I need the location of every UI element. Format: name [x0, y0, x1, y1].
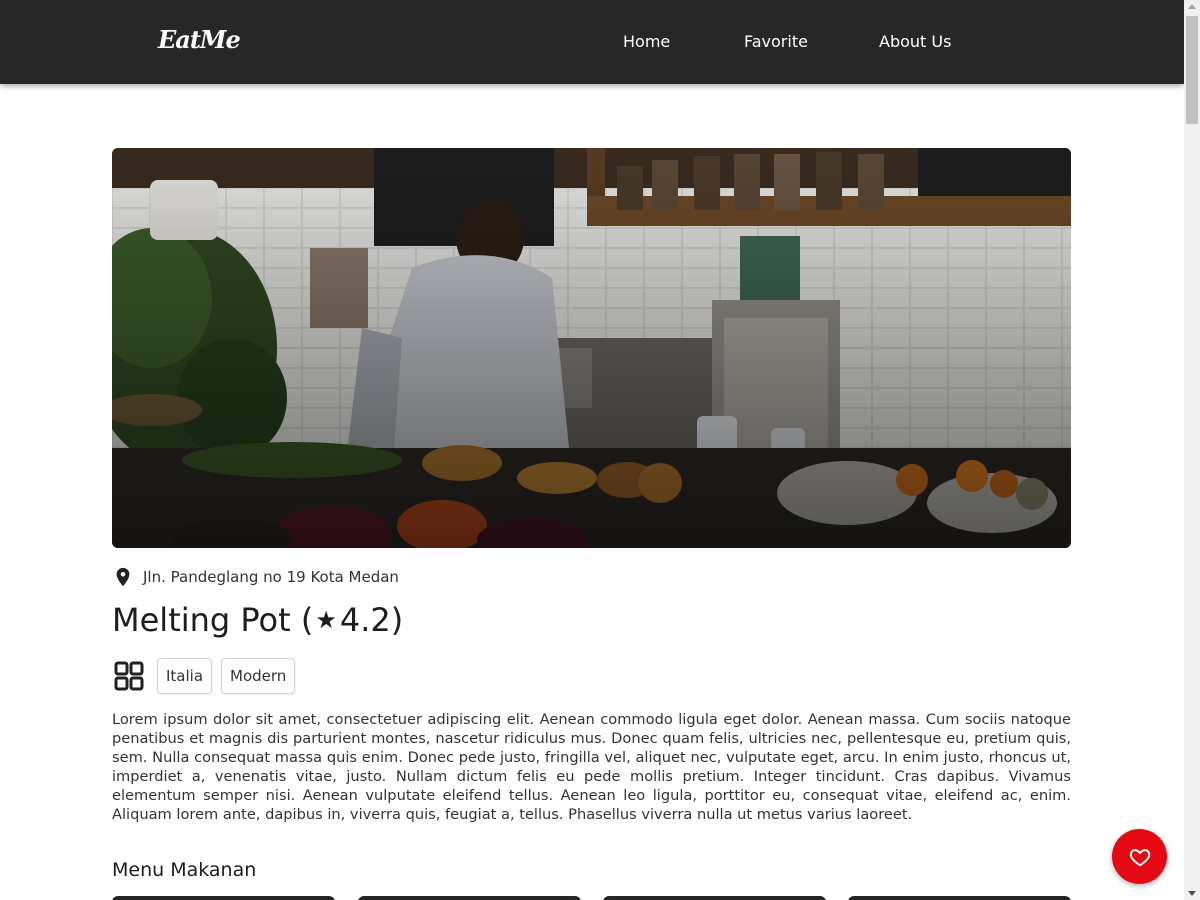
scroll-down-icon[interactable] [1188, 891, 1196, 896]
menu-heading: Menu Makanan [112, 859, 257, 881]
restaurant-rating: 4.2) [339, 601, 404, 639]
menu-cards [112, 896, 1071, 900]
page-scrollbar[interactable] [1184, 0, 1200, 900]
nav-link-about-us[interactable]: About Us [879, 32, 951, 51]
restaurant-photo [112, 148, 1071, 548]
category-tag-modern: Modern [221, 658, 296, 694]
address-row: Jln. Pandeglang no 19 Kota Medan [112, 566, 399, 588]
menu-card[interactable] [358, 896, 581, 900]
menu-card[interactable] [603, 896, 826, 900]
restaurant-name: Melting Pot ( [112, 601, 314, 639]
scroll-thumb[interactable] [1186, 16, 1198, 124]
menu-card[interactable] [112, 896, 335, 900]
restaurant-title: Melting Pot (★ 4.2) [112, 601, 403, 639]
restaurant-hero-image [112, 148, 1071, 548]
favorite-button[interactable] [1112, 829, 1167, 884]
star-icon: ★ [315, 606, 337, 634]
location-pin-icon [116, 567, 130, 587]
nav-link-home[interactable]: Home [623, 32, 670, 51]
restaurant-address: Jln. Pandeglang no 19 Kota Medan [143, 568, 399, 586]
category-tag-italia: Italia [157, 658, 213, 694]
category-tags: Italia Modern [112, 658, 304, 694]
brand-logo[interactable]: EatMe [158, 25, 241, 54]
scroll-up-icon[interactable] [1188, 4, 1196, 9]
restaurant-description: Lorem ipsum dolor sit amet, consectetuer… [112, 711, 1071, 823]
menu-card[interactable] [848, 896, 1071, 900]
navbar: EatMe Home Favorite About Us [0, 0, 1184, 84]
category-grid-icon [114, 661, 144, 691]
heart-icon [1129, 848, 1150, 866]
nav-link-favorite[interactable]: Favorite [744, 32, 808, 51]
